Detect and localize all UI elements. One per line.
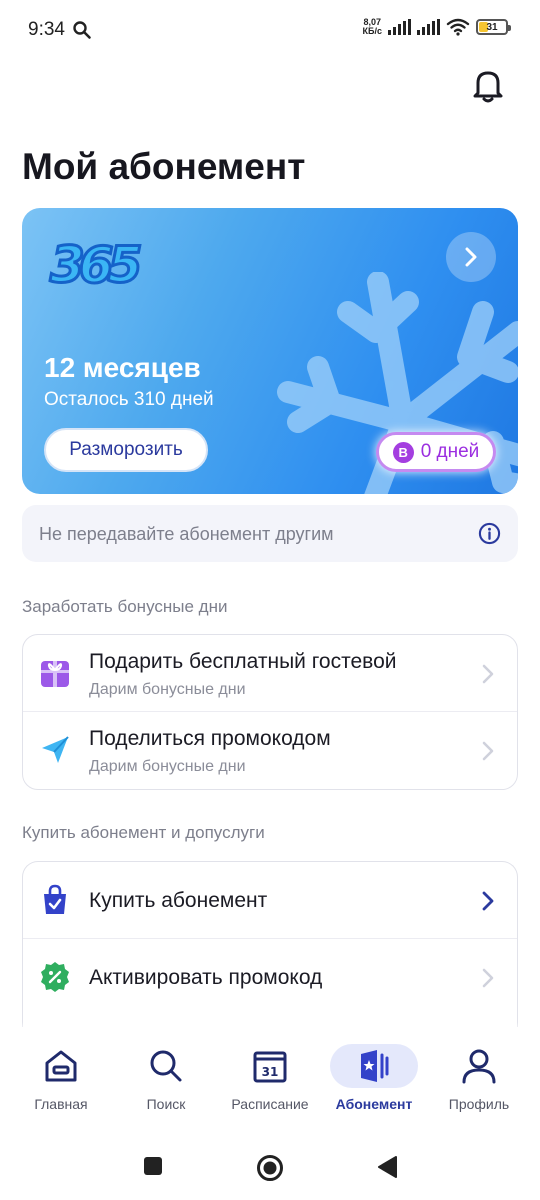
battery-icon: 31	[476, 19, 511, 35]
nav-item-schedule[interactable]: 31 Расписание	[218, 1044, 322, 1124]
shopping-bag-icon	[44, 884, 66, 914]
back-icon[interactable]	[376, 1155, 398, 1179]
net-speed: 8,07 КБ/с	[363, 18, 382, 36]
promo-badge-icon	[41, 962, 69, 992]
battery-level: 31	[486, 21, 498, 33]
wifi-icon	[446, 18, 470, 36]
nav-item-home[interactable]: Главная	[9, 1044, 113, 1124]
calendar-day: 31	[262, 1065, 279, 1079]
svg-text:365: 365	[50, 236, 141, 294]
status-time: 9:34	[28, 19, 65, 40]
card-open-button[interactable]	[446, 232, 496, 282]
page-title: Мой абонемент	[22, 146, 306, 187]
bonus-section-title: Заработать бонусные дни	[22, 597, 228, 616]
list-item-gift-guest[interactable]: Подарить бесплатный гостевой Дарим бонус…	[23, 635, 517, 712]
membership-card-icon	[361, 1050, 389, 1082]
list-item-buy-subscription[interactable]: Купить абонемент	[23, 862, 517, 939]
nav-item-search[interactable]: Поиск	[114, 1044, 218, 1124]
net-speed-unit: КБ/с	[362, 26, 382, 36]
days-remaining: Осталось 310 дней	[44, 389, 214, 410]
list-item-title: Поделиться промокодом	[89, 727, 331, 750]
subscription-screen: 9:34 8,07 КБ/с 31 Мой абонемент 365 12 м…	[0, 0, 540, 1200]
search-icon	[150, 1050, 182, 1082]
nav-label: Абонемент	[335, 1096, 413, 1112]
nav-label: Поиск	[146, 1096, 186, 1112]
transfer-notice[interactable]: Не передавайте абонемент другим	[22, 505, 518, 562]
chevron-right-icon	[482, 968, 494, 988]
chevron-right-icon	[482, 664, 494, 684]
nav-item-membership[interactable]: Абонемент	[322, 1044, 426, 1124]
list-item-subtitle: Дарим бонусные дни	[89, 758, 246, 775]
logo-365-icon: 365	[49, 235, 143, 296]
status-indicators: 8,07 КБ/с 31	[363, 18, 511, 36]
user-icon	[462, 1049, 496, 1084]
signal-2-icon	[417, 19, 440, 35]
bottom-nav: Главная Поиск 31 Расписание Абонемент Пр…	[0, 1028, 540, 1128]
list-item-title: Подарить бесплатный гостевой	[89, 650, 397, 673]
chevron-right-icon	[465, 247, 477, 267]
bonus-badge-icon: B	[392, 441, 414, 463]
nav-icon-wrap: 31	[226, 1044, 314, 1088]
info-icon[interactable]	[478, 522, 501, 545]
bonus-days-pill[interactable]: B 0 дней	[376, 432, 496, 472]
status-bar: 9:34 8,07 КБ/с 31	[0, 0, 540, 60]
system-nav-bar	[0, 1130, 540, 1200]
buy-section-title: Купить абонемент и допуслуги	[22, 823, 265, 842]
nav-icon-wrap-active	[330, 1044, 418, 1088]
chevron-right-icon	[482, 891, 494, 911]
list-item-share-promo[interactable]: Поделиться промокодом Дарим бонусные дни	[23, 712, 517, 789]
nav-label: Профиль	[448, 1096, 510, 1112]
home-button-icon[interactable]	[256, 1154, 284, 1182]
nav-icon-wrap	[435, 1044, 523, 1088]
unfreeze-button[interactable]: Разморозить	[44, 428, 208, 472]
bonus-list: Подарить бесплатный гостевой Дарим бонус…	[22, 634, 518, 790]
calendar-icon: 31	[253, 1051, 287, 1083]
notice-text: Не передавайте абонемент другим	[39, 524, 334, 544]
send-icon	[42, 736, 69, 763]
bell-icon[interactable]	[468, 66, 508, 106]
subscription-card[interactable]: 365 12 месяцев Осталось 310 дней Разморо…	[22, 208, 518, 494]
nav-item-profile[interactable]: Профиль	[427, 1044, 531, 1124]
home-icon	[45, 1050, 77, 1082]
bonus-days-value: 0 дней	[420, 441, 480, 462]
list-item-title: Купить абонемент	[89, 889, 268, 912]
chevron-right-icon	[482, 741, 494, 761]
recent-apps-icon[interactable]	[143, 1156, 163, 1176]
signal-1-icon	[388, 19, 411, 35]
nav-label: Расписание	[231, 1096, 309, 1112]
list-item-subtitle: Дарим бонусные дни	[89, 681, 246, 698]
nav-icon-wrap	[17, 1044, 105, 1088]
status-search-icon	[73, 21, 91, 39]
gift-icon	[41, 661, 69, 687]
list-item-title: Активировать промокод	[89, 966, 323, 989]
list-item-activate-promo[interactable]: Активировать промокод	[23, 939, 517, 1016]
buy-list: Купить абонемент Активировать промокод	[22, 861, 518, 1027]
subscription-period: 12 месяцев	[44, 352, 201, 383]
nav-icon-wrap	[122, 1044, 210, 1088]
nav-label: Главная	[34, 1096, 88, 1112]
